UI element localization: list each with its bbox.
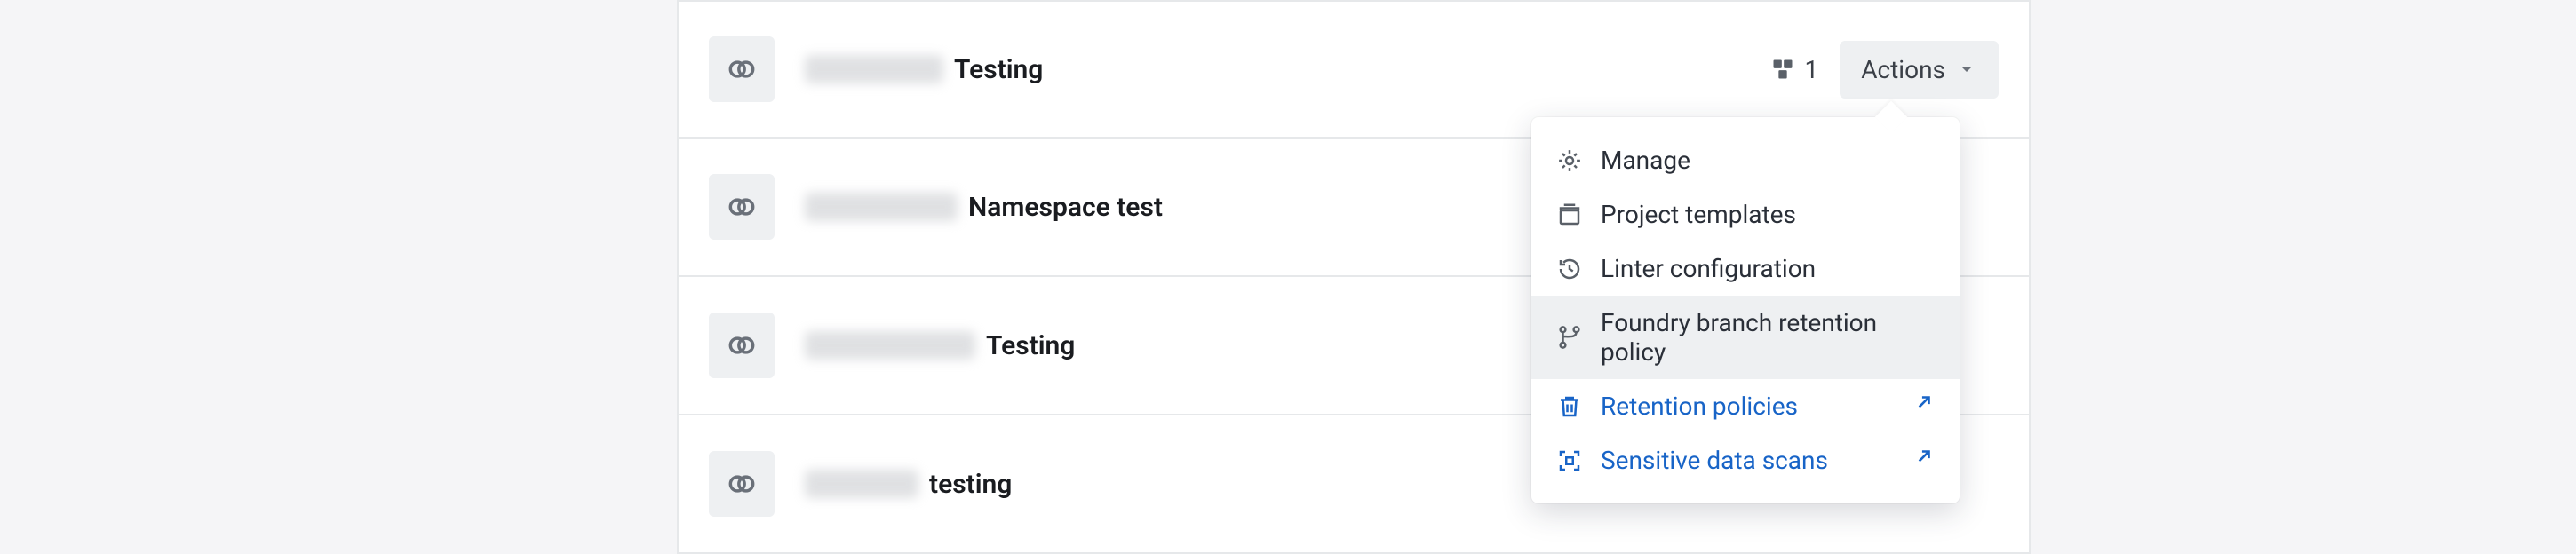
branch-icon (1556, 324, 1583, 351)
menu-item-label: Project templates (1601, 200, 1796, 229)
dependency-count-value: 1 (1804, 55, 1818, 84)
actions-button-label: Actions (1861, 55, 1945, 84)
project-name: Testing (805, 330, 1075, 361)
project-name-label: Testing (954, 54, 1043, 85)
menu-item-foundry-branch-retention-policy[interactable]: Foundry branch retention policy (1531, 296, 1960, 379)
project-name: Testing (805, 54, 1043, 85)
actions-menu: Manage Project templates Linter configur… (1531, 117, 1960, 503)
project-name-label: Namespace test (968, 192, 1163, 223)
history-icon (1556, 256, 1583, 282)
templates-icon (1556, 202, 1583, 228)
menu-item-label: Retention policies (1601, 392, 1798, 421)
scan-icon (1556, 447, 1583, 474)
dependency-count: 1 (1770, 55, 1818, 84)
menu-item-project-templates[interactable]: Project templates (1531, 187, 1960, 241)
menu-item-retention-policies[interactable]: Retention policies (1531, 379, 1960, 433)
link-icon (709, 451, 775, 517)
link-icon (709, 174, 775, 240)
menu-item-label: Linter configuration (1601, 254, 1816, 283)
external-link-icon (1912, 446, 1935, 475)
gear-icon (1556, 147, 1583, 174)
menu-item-linter-configuration[interactable]: Linter configuration (1531, 241, 1960, 296)
project-name-label: testing (929, 469, 1012, 500)
project-list: Testing 1 Actions Namespace test Testing (677, 0, 2031, 554)
redacted-text (805, 470, 918, 498)
link-icon (709, 36, 775, 102)
redacted-text (805, 193, 958, 221)
project-name: testing (805, 469, 1012, 500)
menu-item-manage[interactable]: Manage (1531, 133, 1960, 187)
menu-item-label: Foundry branch retention policy (1601, 308, 1935, 367)
menu-item-label: Manage (1601, 146, 1690, 175)
project-name: Namespace test (805, 192, 1163, 223)
trash-icon (1556, 393, 1583, 420)
chevron-down-icon (1956, 59, 1977, 80)
actions-button[interactable]: Actions (1840, 41, 1999, 99)
external-link-icon (1912, 392, 1935, 421)
redacted-text (805, 55, 943, 83)
menu-item-sensitive-data-scans[interactable]: Sensitive data scans (1531, 433, 1960, 487)
link-icon (709, 313, 775, 378)
boxes-icon (1770, 57, 1795, 82)
menu-item-label: Sensitive data scans (1601, 446, 1828, 475)
redacted-text (805, 331, 975, 360)
project-name-label: Testing (986, 330, 1075, 361)
